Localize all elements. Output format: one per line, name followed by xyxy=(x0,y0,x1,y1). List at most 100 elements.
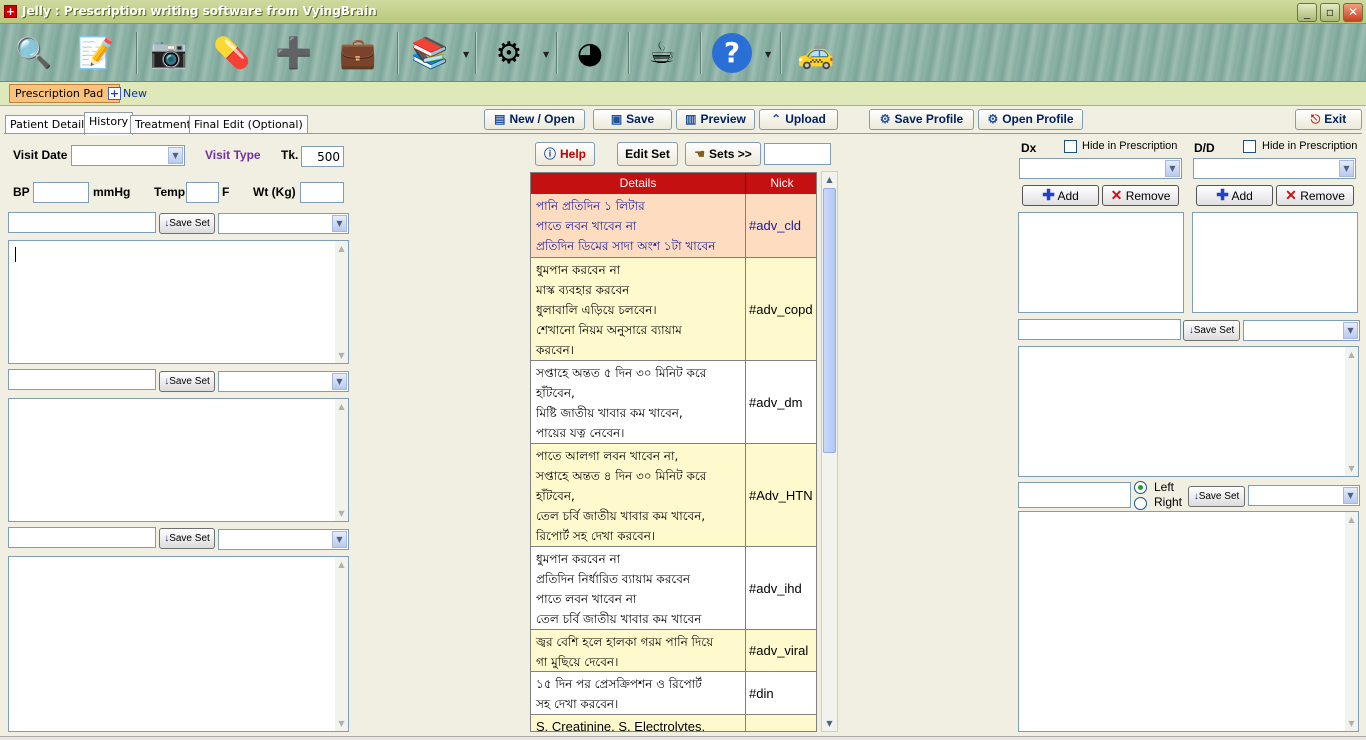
set-select[interactable]: ▼ xyxy=(218,213,349,234)
sets-search-input[interactable] xyxy=(764,143,831,165)
scrollbar[interactable]: ▲ ▼ xyxy=(335,241,348,363)
left-radio[interactable] xyxy=(1134,481,1147,494)
coffee-cup-icon[interactable]: ☕ xyxy=(638,29,686,77)
save-set-button[interactable]: ↓Save Set xyxy=(1183,320,1240,341)
open-profile-button[interactable]: ⚙ Open Profile xyxy=(978,109,1083,130)
set-select[interactable]: ▼ xyxy=(1248,485,1360,506)
scroll-up-icon[interactable]: ▲ xyxy=(335,242,348,255)
dd-select[interactable]: ▼ xyxy=(1193,158,1356,179)
chevron-down-icon[interactable]: ▼ xyxy=(1343,487,1358,504)
scroll-thumb[interactable] xyxy=(823,188,836,453)
scroll-up-icon[interactable]: ▲ xyxy=(335,400,348,413)
temp-field[interactable] xyxy=(186,182,219,203)
scroll-up-icon[interactable]: ▲ xyxy=(823,173,836,186)
table-row[interactable]: ধুমপান করবেন না মাস্ক ব্যবহার করবেন ধুলা… xyxy=(531,258,816,361)
set-select[interactable]: ▼ xyxy=(218,371,349,392)
table-row[interactable]: পাতে আলগা লবন খাবেন না, সপ্তাহে অন্তত ৪ … xyxy=(531,444,816,547)
dd-list[interactable] xyxy=(1192,212,1358,313)
dx-list[interactable] xyxy=(1018,212,1184,313)
details-column-header[interactable]: Details xyxy=(531,173,746,194)
tab-history[interactable]: History xyxy=(84,112,134,135)
dd-add-button[interactable]: ✚ Add xyxy=(1196,185,1273,206)
advice-sets-grid[interactable]: Details Nick পানি প্রতিদিন ১ লিটার পাতে … xyxy=(530,172,817,732)
bp-field[interactable] xyxy=(33,182,89,203)
set-select[interactable]: ▼ xyxy=(218,529,349,550)
chevron-down-icon[interactable]: ▼ xyxy=(765,50,773,59)
scrollbar[interactable]: ▲ ▼ xyxy=(335,399,348,521)
tab-treatment[interactable]: Treatment xyxy=(130,115,196,134)
visit-date-picker[interactable]: ▼ xyxy=(71,145,185,166)
right-radio[interactable] xyxy=(1134,497,1147,510)
save-set-button[interactable]: ↓Save Set xyxy=(1188,486,1245,507)
chevron-down-icon[interactable]: ▼ xyxy=(168,147,183,164)
close-button[interactable]: ✕ xyxy=(1343,3,1363,22)
chevron-down-icon[interactable]: ▼ xyxy=(332,531,347,548)
save-set-button[interactable]: ↓Save Set xyxy=(159,213,215,234)
scroll-up-icon[interactable]: ▲ xyxy=(1345,348,1358,361)
notes-text-area[interactable]: ▲ ▼ xyxy=(1018,511,1359,732)
camera-photo-icon[interactable]: 📷 xyxy=(145,29,193,77)
history-text-area[interactable]: ▲ ▼ xyxy=(8,240,349,364)
set-name-input[interactable] xyxy=(8,527,156,548)
settings-gear-icon[interactable]: ⚙ xyxy=(485,29,533,77)
chevron-down-icon[interactable]: ▼ xyxy=(332,373,347,390)
set-select[interactable]: ▼ xyxy=(1243,320,1360,341)
table-row[interactable]: সপ্তাহে অন্তত ৫ দিন ৩০ মিনিট করে হাঁটবেন… xyxy=(531,361,816,444)
weight-field[interactable] xyxy=(300,182,344,203)
first-aid-icon[interactable]: ➕ xyxy=(270,29,318,77)
notes-text-area[interactable]: ▲ ▼ xyxy=(1018,346,1359,477)
edit-set-button[interactable]: Edit Set xyxy=(617,142,678,166)
notepad-icon[interactable]: 📝 xyxy=(72,29,120,77)
tk-field[interactable]: 500 xyxy=(301,146,344,167)
patient-search-icon[interactable]: 🔍 xyxy=(10,29,58,77)
dx-add-button[interactable]: ✚ Add xyxy=(1022,185,1099,206)
help-icon[interactable]: ? xyxy=(708,29,756,77)
new-pad-button[interactable]: + New xyxy=(108,84,147,103)
maximize-button[interactable]: ▫ xyxy=(1320,3,1340,22)
grid-scrollbar[interactable]: ▲ ▼ xyxy=(821,171,838,732)
upload-button[interactable]: ⌃ Upload xyxy=(759,109,838,130)
chevron-down-icon[interactable]: ▼ xyxy=(463,50,471,59)
save-set-button[interactable]: ↓Save Set xyxy=(159,528,215,549)
scroll-down-icon[interactable]: ▼ xyxy=(1345,717,1358,730)
scroll-down-icon[interactable]: ▼ xyxy=(1345,462,1358,475)
scrollbar[interactable]: ▲ ▼ xyxy=(335,557,348,731)
chevron-down-icon[interactable]: ▼ xyxy=(543,50,551,59)
sets-button[interactable]: ☚ Sets >> xyxy=(685,142,761,166)
scrollbar[interactable]: ▲ ▼ xyxy=(1345,347,1358,476)
pie-chart-icon[interactable]: ◕ xyxy=(566,29,614,77)
hide-dd-checkbox[interactable] xyxy=(1243,140,1256,153)
side-input[interactable] xyxy=(1018,482,1131,508)
save-profile-button[interactable]: ⚙ Save Profile xyxy=(869,109,974,130)
table-row[interactable]: S. Creatinine, S. Electrolytes, xyxy=(531,715,816,731)
doctor-bag-icon[interactable]: 💼 xyxy=(334,29,382,77)
minimize-button[interactable]: _ xyxy=(1297,3,1317,22)
chevron-down-icon[interactable]: ▼ xyxy=(1165,160,1180,177)
chevron-down-icon[interactable]: ▼ xyxy=(332,215,347,232)
car-icon[interactable]: 🚕 xyxy=(792,29,840,77)
scrollbar[interactable]: ▲ ▼ xyxy=(1345,512,1358,731)
table-row[interactable]: ধুমপান করবেন না প্রতিদিন নির্ধারিত ব্যায… xyxy=(531,547,816,630)
exit-button[interactable]: ⎋ Exit xyxy=(1295,109,1362,130)
chevron-down-icon[interactable]: ▼ xyxy=(1343,322,1358,339)
save-set-button[interactable]: ↓Save Set xyxy=(159,371,215,392)
medicine-pills-icon[interactable]: 💊 xyxy=(208,29,256,77)
table-row[interactable]: পানি প্রতিদিন ১ লিটার পাতে লবন খাবেন না … xyxy=(531,194,816,258)
dd-remove-button[interactable]: ✕ Remove xyxy=(1276,185,1354,206)
help-button[interactable]: ⓘ Help xyxy=(535,142,595,166)
scroll-down-icon[interactable]: ▼ xyxy=(335,717,348,730)
chevron-down-icon[interactable]: ▼ xyxy=(1339,160,1354,177)
dx-remove-button[interactable]: ✕ Remove xyxy=(1102,185,1179,206)
books-icon[interactable]: 📚 xyxy=(406,29,454,77)
tab-final-edit[interactable]: Final Edit (Optional) xyxy=(189,115,308,134)
set-name-input[interactable] xyxy=(8,369,156,390)
dx-select[interactable]: ▼ xyxy=(1019,158,1182,179)
tab-patient-details[interactable]: Patient Details xyxy=(5,115,95,134)
scroll-down-icon[interactable]: ▼ xyxy=(335,507,348,520)
new-open-button[interactable]: ▤ New / Open xyxy=(484,109,585,130)
scroll-down-icon[interactable]: ▼ xyxy=(823,717,836,730)
scroll-up-icon[interactable]: ▲ xyxy=(335,558,348,571)
table-row[interactable]: ১৫ দিন পর প্রেসক্রিপশন ও রিপোর্ট সহ দেখা… xyxy=(531,672,816,715)
set-name-input[interactable] xyxy=(1018,319,1181,340)
history-text-area[interactable]: ▲ ▼ xyxy=(8,556,349,732)
